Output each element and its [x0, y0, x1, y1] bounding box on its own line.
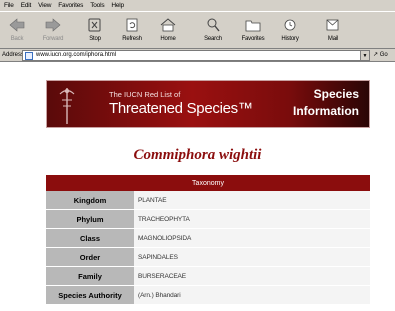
banner-species-text: Species [313, 87, 359, 101]
forward-button[interactable]: Forward [38, 14, 68, 48]
taxonomy-row: Kingdom PLANTAE [46, 191, 370, 210]
search-label: Search [204, 36, 222, 42]
favorites-button[interactable]: Favorites [236, 14, 270, 48]
menu-file[interactable]: File [4, 2, 14, 9]
menu-help[interactable]: Help [111, 2, 124, 9]
iucn-logo-icon [59, 88, 75, 124]
favorites-label: Favorites [241, 36, 265, 42]
menu-view[interactable]: View [38, 2, 51, 9]
page-content: The IUCN Red List of Threatened Species™… [0, 62, 395, 311]
address-input[interactable]: www.iucn.org.com/iphora.html ▼ [22, 50, 370, 61]
mail-icon [326, 19, 339, 31]
taxonomy-value: SAPINDALES [134, 248, 370, 266]
home-label: Home [160, 36, 176, 42]
taxonomy-row: Class MAGNOLIOPSIDA [46, 229, 370, 248]
back-button[interactable]: Back [5, 14, 29, 48]
refresh-button[interactable]: Refresh [118, 14, 146, 48]
go-button[interactable]: ↗ Go [373, 51, 388, 58]
address-url: www.iucn.org.com/iphora.html [36, 52, 117, 58]
back-label: Back [10, 36, 24, 42]
home-icon [160, 18, 176, 32]
history-button[interactable]: History [276, 14, 304, 48]
taxonomy-value: MAGNOLIOPSIDA [134, 229, 370, 247]
refresh-icon [126, 18, 138, 32]
stop-label: Stop [89, 36, 101, 42]
species-name: Commiphora wightii [133, 147, 262, 163]
forward-label: Forward [42, 36, 64, 42]
taxonomy-row: Family BURSERACEAE [46, 267, 370, 286]
taxonomy-key: Family [46, 267, 134, 285]
mail-label: Mail [327, 36, 339, 42]
search-button[interactable]: Search [200, 14, 226, 48]
menu-edit[interactable]: Edit [21, 2, 32, 9]
banner-title: Threatened Species™ [109, 100, 253, 117]
iucn-banner: The IUCN Red List of Threatened Species™… [46, 80, 370, 128]
taxonomy-key: Phylum [46, 210, 134, 228]
taxonomy-row: Phylum TRACHEOPHYTA [46, 210, 370, 229]
taxonomy-key: Species Authority [46, 286, 134, 304]
history-icon [284, 19, 296, 31]
refresh-label: Refresh [122, 36, 142, 42]
taxonomy-key: Order [46, 248, 134, 266]
address-bar: Address www.iucn.org.com/iphora.html ▼ ↗… [0, 49, 395, 62]
mail-button[interactable]: Mail [322, 14, 344, 48]
menu-favorites[interactable]: Favorites [58, 2, 83, 9]
menu-bar: File Edit View Favorites Tools Help [0, 0, 395, 11]
stop-button[interactable]: Stop [84, 14, 106, 48]
history-label: History [281, 36, 299, 42]
stop-icon [88, 18, 101, 32]
go-label: Go [379, 52, 388, 58]
back-arrow-icon [9, 18, 25, 32]
taxonomy-value: (Arn.) Bhandari [134, 286, 370, 304]
taxonomy-value: BURSERACEAE [134, 267, 370, 285]
home-button[interactable]: Home [156, 14, 180, 48]
forward-arrow-icon [45, 18, 61, 32]
taxonomy-key: Class [46, 229, 134, 247]
address-label: Address [2, 52, 25, 58]
browser-window: File Edit View Favorites Tools Help Back… [0, 0, 395, 311]
taxonomy-table: Taxonomy Kingdom PLANTAE Phylum TRACHEOP… [46, 175, 370, 305]
toolbar: Back Forward Stop Refresh Home Search Fa… [0, 11, 395, 49]
taxonomy-key: Kingdom [46, 191, 134, 209]
taxonomy-row: Order SAPINDALES [46, 248, 370, 267]
banner-information-text: Information [293, 104, 359, 118]
menu-tools[interactable]: Tools [90, 2, 104, 9]
banner-redlist-text: The IUCN Red List of [109, 90, 181, 99]
search-icon [207, 18, 220, 32]
taxonomy-header: Taxonomy [46, 175, 370, 191]
page-icon [25, 52, 33, 60]
favorites-folder-icon [245, 20, 261, 32]
taxonomy-value: TRACHEOPHYTA [134, 210, 370, 228]
chevron-down-icon[interactable]: ▼ [360, 51, 369, 60]
taxonomy-row: Species Authority (Arn.) Bhandari [46, 286, 370, 305]
taxonomy-value: PLANTAE [134, 191, 370, 209]
